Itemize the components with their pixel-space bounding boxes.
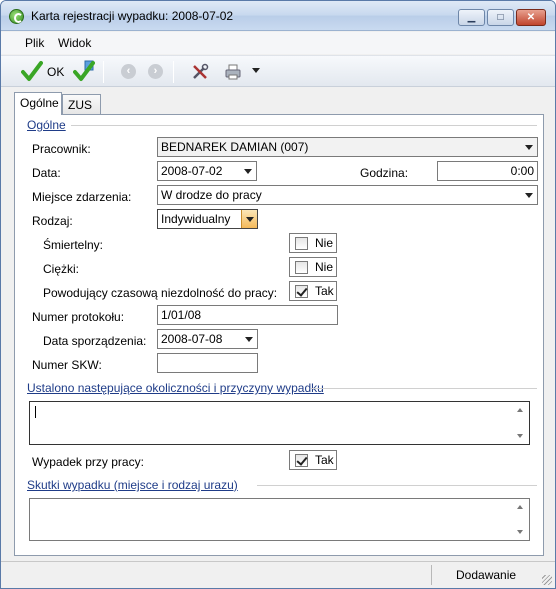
miejsce-value: W drodze do pracy: [161, 188, 262, 202]
scroll-up-icon[interactable]: [517, 505, 523, 509]
niezdolnosc-label: Powodujący czasową niezdolność do pracy:: [43, 286, 278, 300]
check-plus-icon: [73, 60, 95, 81]
group-divider: [71, 125, 537, 126]
numer-protokolu-label: Numer protokołu:: [32, 310, 125, 324]
chevron-down-icon[interactable]: [521, 138, 537, 156]
chevron-down-icon[interactable]: [521, 186, 537, 204]
data-sporzadzenia-label: Data sporządzenia:: [43, 334, 147, 348]
next-button[interactable]: ›: [148, 64, 163, 79]
status-mode: Dodawanie: [456, 568, 517, 582]
minimize-button[interactable]: ▁: [458, 9, 485, 26]
numer-skw-label: Numer SKW:: [32, 358, 102, 372]
textarea-scrollbar[interactable]: [513, 402, 529, 444]
ok-label: OK: [47, 65, 65, 79]
scroll-down-icon[interactable]: [517, 434, 523, 438]
title-bar: Karta rejestracji wypadku: 2008-07-02 ▁ …: [1, 1, 555, 31]
pracownik-value: BEDNAREK DAMIAN (007): [161, 140, 309, 154]
wypadek-przy-pracy-checkbox[interactable]: Tak: [289, 450, 337, 470]
close-button[interactable]: ✕: [516, 9, 546, 26]
text-caret: [35, 406, 36, 418]
toolbar: OK ‹ ›: [1, 55, 555, 87]
menu-widok[interactable]: Widok: [58, 36, 91, 50]
resize-grip-icon[interactable]: [542, 575, 552, 585]
print-dropdown-icon[interactable]: [252, 68, 260, 73]
rodzaj-label: Rodzaj:: [32, 214, 73, 228]
group-divider: [257, 485, 537, 486]
chevron-down-icon[interactable]: [241, 210, 257, 228]
okolicznosci-textarea[interactable]: [29, 401, 530, 445]
niezdolnosc-value: Tak: [315, 284, 334, 298]
group-title-ogolne: Ogólne: [27, 118, 66, 132]
window: Karta rejestracji wypadku: 2008-07-02 ▁ …: [0, 0, 556, 589]
status-separator: [431, 565, 432, 585]
smiertelny-label: Śmiertelny:: [43, 238, 104, 252]
checkbox-checked-icon: [295, 454, 308, 467]
toolbar-separator: [103, 61, 104, 83]
miejsce-select[interactable]: W drodze do pracy: [157, 185, 538, 205]
rodzaj-value: Indywidualny: [161, 212, 231, 226]
scroll-down-icon[interactable]: [517, 530, 523, 534]
wypadek-przy-pracy-label: Wypadek przy pracy:: [32, 455, 144, 469]
toolbar-separator: [173, 61, 174, 83]
maximize-button[interactable]: □: [487, 9, 514, 26]
smiertelny-checkbox[interactable]: Nie: [289, 233, 337, 253]
niezdolnosc-checkbox[interactable]: Tak: [289, 281, 337, 301]
pracownik-label: Pracownik:: [32, 142, 91, 156]
ciezki-checkbox[interactable]: Nie: [289, 257, 337, 277]
tools-icon[interactable]: [191, 63, 209, 81]
chevron-down-icon[interactable]: [241, 330, 257, 348]
textarea-scrollbar[interactable]: [513, 499, 529, 540]
godzina-label: Godzina:: [360, 166, 409, 180]
group-title-okolicznosci: Ustalono następujące okoliczności i przy…: [27, 381, 324, 395]
scroll-up-icon[interactable]: [517, 408, 523, 412]
check-icon: [21, 61, 43, 81]
checkbox-checked-icon: [295, 285, 308, 298]
checkbox-unchecked-icon: [295, 237, 308, 250]
pracownik-select[interactable]: BEDNAREK DAMIAN (007): [157, 137, 538, 157]
window-title: Karta rejestracji wypadku: 2008-07-02: [31, 9, 234, 23]
data-sporzadzenia-value: 2008-07-08: [161, 332, 223, 346]
numer-protokolu-input[interactable]: 1/01/08: [157, 305, 338, 325]
status-bar: Dodawanie: [1, 561, 555, 588]
data-value: 2008-07-02: [161, 164, 223, 178]
menu-bar: Plik Widok: [1, 32, 555, 54]
ciezki-value: Nie: [315, 260, 334, 274]
tab-ogolne[interactable]: Ogólne: [14, 92, 62, 115]
wypadek-przy-pracy-value: Tak: [315, 453, 334, 467]
app-icon: [9, 9, 24, 24]
group-title-skutki: Skutki wypadku (miejsce i rodzaj urazu): [27, 478, 238, 492]
ciezki-label: Ciężki:: [43, 262, 80, 276]
menu-plik[interactable]: Plik: [25, 36, 44, 50]
tab-zus[interactable]: ZUS: [62, 94, 101, 114]
miejsce-label: Miejsce zdarzenia:: [32, 190, 132, 204]
data-label: Data:: [32, 166, 61, 180]
skutki-textarea[interactable]: [29, 498, 530, 541]
data-sporzadzenia-date-picker[interactable]: 2008-07-08: [157, 329, 258, 349]
rodzaj-select[interactable]: Indywidualny: [157, 209, 258, 229]
previous-button[interactable]: ‹: [121, 64, 136, 79]
data-date-picker[interactable]: 2008-07-02: [157, 161, 257, 181]
group-divider: [311, 388, 537, 389]
godzina-input[interactable]: 0:00: [437, 161, 538, 181]
tab-panel: Ogólne Pracownik: BEDNAREK DAMIAN (007) …: [14, 114, 544, 556]
numer-skw-input[interactable]: [157, 353, 258, 373]
printer-icon[interactable]: [224, 63, 242, 81]
chevron-down-icon[interactable]: [240, 162, 256, 180]
checkbox-unchecked-icon: [295, 261, 308, 274]
smiertelny-value: Nie: [315, 236, 334, 250]
